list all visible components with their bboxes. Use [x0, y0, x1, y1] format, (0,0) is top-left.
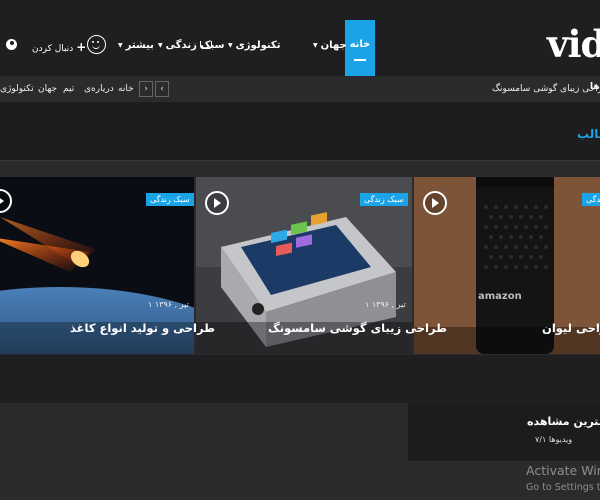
- card-title[interactable]: طراحی زیبای گوشی سامسونگ: [268, 321, 447, 335]
- smiley-eye: [97, 41, 99, 43]
- activation-watermark-subtitle: Go to Settings to ac: [526, 482, 600, 493]
- section-header-band: [0, 102, 600, 160]
- chevron-down-icon: ▼: [118, 41, 123, 49]
- card-title[interactable]: طراحی لیوان: [542, 321, 600, 335]
- coffee-cup-icon: [200, 41, 212, 49]
- nav-world-label: جهان: [320, 40, 347, 51]
- ticker-category-about[interactable]: دریاره‌ی: [84, 84, 114, 94]
- nav-item-lifestyle[interactable]: ▼ سبک زندگی: [158, 40, 224, 51]
- nav-item-more[interactable]: ▼ بیشتر: [118, 40, 154, 51]
- play-icon[interactable]: [423, 191, 447, 215]
- follow-button[interactable]: دنبال کردن +: [32, 40, 86, 54]
- ticker-prev-button[interactable]: ‹: [155, 81, 169, 97]
- card-title[interactable]: طراحی و تولید انواع کاغذ: [70, 321, 215, 335]
- follow-label: دنبال کردن: [32, 44, 74, 54]
- smiley-mouth: [92, 44, 100, 49]
- nav-lifestyle-label: سبک زندگی: [165, 40, 225, 51]
- category-badge[interactable]: سبک زندگی: [582, 193, 600, 206]
- ticker-headline-link[interactable]: طراحی زیبای گوشی سامسونگ: [492, 84, 600, 94]
- smiley-icon[interactable]: [87, 35, 106, 54]
- divider: [0, 160, 600, 161]
- card-date: ۱ تیر , ۱۳۹۶: [365, 300, 406, 309]
- card-date: ۱ تیر , ۱۳۹۶: [148, 300, 189, 309]
- smiley-eye: [92, 41, 94, 43]
- nav-technology-label: تکنولوژی: [235, 40, 281, 51]
- ticker-category-world[interactable]: جهان: [38, 84, 57, 94]
- play-icon[interactable]: [205, 191, 229, 215]
- chevron-down-icon: ▼: [228, 41, 233, 49]
- content-strip: [0, 355, 600, 403]
- most-viewed-count: ۷/۱ ویدیوها: [535, 435, 573, 444]
- thumbnail-brand-text: amazon: [478, 291, 522, 302]
- section-title: طالب: [577, 127, 600, 141]
- user-icon[interactable]: [6, 39, 17, 50]
- chevron-down-icon: ▼: [158, 41, 163, 49]
- ticker-next-button[interactable]: ›: [139, 81, 153, 97]
- user-head: [9, 41, 14, 45]
- most-viewed-title: بیشترین مشاهده: [527, 415, 600, 428]
- most-viewed-panel: [408, 403, 600, 461]
- ticker-category-team[interactable]: تیم: [63, 84, 74, 94]
- nav-home-label: خانه: [349, 39, 371, 50]
- nav-item-technology[interactable]: ▼ تکنولوژی: [228, 40, 281, 51]
- category-badge[interactable]: سبک زندگی: [146, 193, 194, 206]
- site-logo[interactable]: vide: [547, 22, 600, 66]
- ticker-category-home[interactable]: خانه: [118, 84, 134, 94]
- activation-watermark-title: Activate Windo: [526, 463, 600, 478]
- plus-icon: +: [76, 40, 87, 54]
- nav-item-world[interactable]: ▼ جهان: [313, 40, 347, 51]
- chevron-down-icon: ▼: [313, 41, 318, 49]
- category-badge[interactable]: سبک زندگی: [360, 193, 408, 206]
- nav-item-home[interactable]: خانه: [345, 20, 375, 76]
- nav-more-label: بیشتر: [125, 40, 154, 51]
- ticker-category-technology[interactable]: تکنولوژی: [0, 84, 34, 94]
- active-indicator: [354, 59, 366, 61]
